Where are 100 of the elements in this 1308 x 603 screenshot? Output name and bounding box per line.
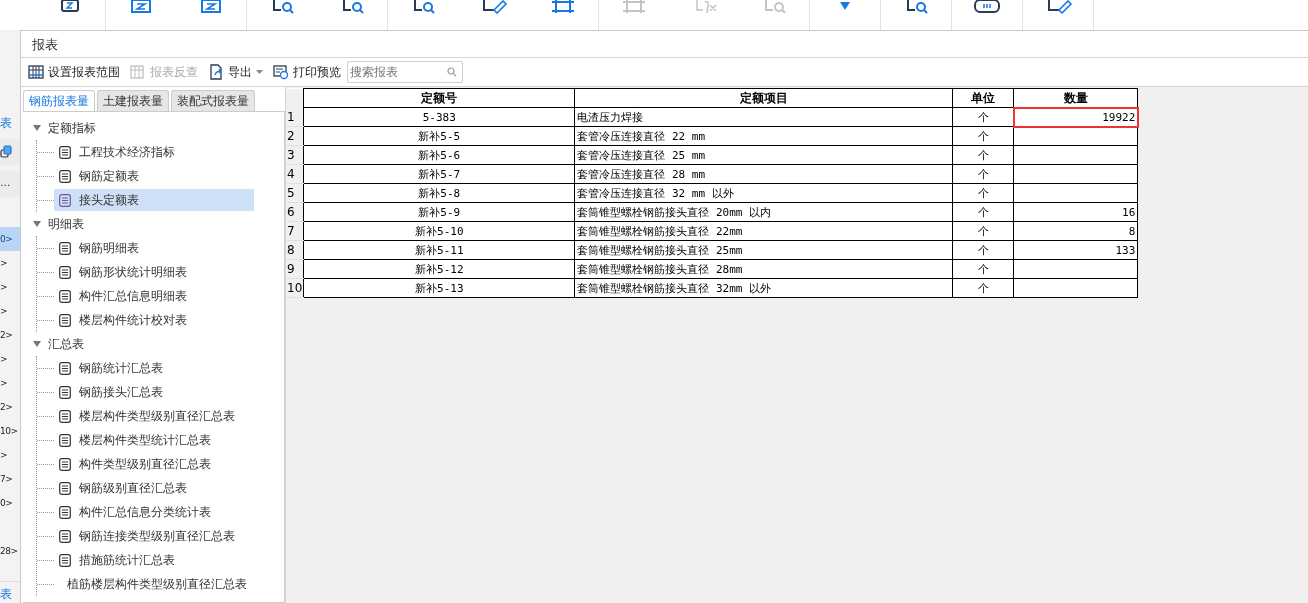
search-icon bbox=[447, 67, 457, 77]
tree-item[interactable]: 构件汇总信息明细表 bbox=[54, 285, 254, 307]
tree-item[interactable]: 工程技术经济指标 bbox=[54, 141, 254, 163]
tree-item[interactable]: 钢筋定额表 bbox=[54, 165, 254, 187]
collapse-caret-icon[interactable] bbox=[33, 125, 41, 131]
table-cell: 133 bbox=[1013, 240, 1138, 260]
tree-item[interactable]: 接头定额表 bbox=[54, 189, 254, 211]
document-icon bbox=[59, 553, 71, 567]
tree-item[interactable]: 钢筋连接类型级别直径汇总表 bbox=[54, 525, 254, 547]
table-cell: 个 bbox=[952, 126, 1014, 146]
table-cell: 新补5-6 bbox=[303, 145, 575, 165]
tree-item[interactable]: 构件汇总信息分类统计表 bbox=[54, 501, 254, 523]
table-cell: 电渣压力焊接 bbox=[574, 107, 953, 127]
table-cell: 个 bbox=[952, 145, 1014, 165]
side-item[interactable]: 7> bbox=[0, 467, 20, 491]
toolbar-button[interactable]: 设置报表范围 bbox=[28, 63, 120, 81]
table-cell: 个 bbox=[952, 183, 1014, 203]
side-item[interactable]: > bbox=[0, 299, 20, 323]
document-icon bbox=[59, 529, 71, 543]
side-item[interactable]: 28> bbox=[0, 539, 20, 563]
document-icon bbox=[59, 361, 71, 375]
table-cell: 个 bbox=[952, 240, 1014, 260]
table-cell: 16 bbox=[1013, 202, 1138, 222]
tree-item[interactable]: 钢筋统计汇总表 bbox=[54, 357, 254, 379]
document-icon bbox=[59, 265, 71, 279]
side-item[interactable]: 10> bbox=[0, 419, 20, 443]
side-item[interactable]: > bbox=[0, 251, 20, 275]
toolbar-icon-button[interactable] bbox=[972, 0, 1002, 14]
side-item[interactable]: 2> bbox=[0, 323, 20, 347]
tree-item[interactable]: 钢筋级别直径汇总表 bbox=[54, 477, 254, 499]
chart-icon bbox=[972, 0, 1002, 14]
table-cell: 套管冷压连接直径 25 mm bbox=[574, 145, 953, 165]
dialog-title: 报表 bbox=[21, 31, 1308, 58]
document-icon bbox=[59, 385, 71, 399]
tree-group-label[interactable]: 定额指标 bbox=[48, 119, 96, 137]
tree-item[interactable]: 楼层构件统计校对表 bbox=[54, 309, 254, 331]
table-cell: 套管冷压连接直径 22 mm bbox=[574, 126, 953, 146]
side-item[interactable]: 0> bbox=[0, 491, 20, 515]
table-cell: 套筒锥型螺栓钢筋接头直径 25mm bbox=[574, 240, 953, 260]
grid-icon bbox=[130, 64, 146, 80]
collapse-caret-icon[interactable] bbox=[33, 341, 41, 347]
side-item[interactable]: 2> bbox=[0, 395, 20, 419]
table-cell: 个 bbox=[952, 164, 1014, 184]
tree-item[interactable]: 植筋楼层构件类型级别直径汇总表 bbox=[54, 573, 254, 595]
column-header: 数量 bbox=[1013, 88, 1138, 108]
column-header: 单位 bbox=[952, 88, 1014, 108]
tree-group-label[interactable]: 汇总表 bbox=[48, 335, 84, 353]
more-button[interactable]: ... bbox=[0, 169, 20, 197]
table-cell: 套管冷压连接直径 32 mm 以外 bbox=[574, 183, 953, 203]
document-icon bbox=[59, 145, 71, 159]
search-field[interactable]: 搜索报表 bbox=[347, 61, 463, 83]
document-icon bbox=[59, 241, 71, 255]
toolbar-button[interactable]: 导出 bbox=[208, 63, 263, 81]
tree-item[interactable]: 楼层构件类型统计汇总表 bbox=[54, 429, 254, 451]
toolbar-button[interactable]: 打印预览 bbox=[273, 63, 341, 81]
document-icon bbox=[59, 457, 71, 471]
column-header: 定额号 bbox=[303, 88, 575, 108]
highlighted-cell: 19922 bbox=[1013, 107, 1138, 127]
tree-group-label[interactable]: 明细表 bbox=[48, 215, 84, 233]
tree-item[interactable]: 钢筋形状统计明细表 bbox=[54, 261, 254, 283]
side-link[interactable]: 表 bbox=[0, 108, 20, 138]
table-cell: 个 bbox=[952, 221, 1014, 241]
table-cell: 套管冷压连接直径 28 mm bbox=[574, 164, 953, 184]
tree-item[interactable]: 钢筋明细表 bbox=[54, 237, 254, 259]
table-cell: 套筒锥型螺栓钢筋接头直径 20mm 以内 bbox=[574, 202, 953, 222]
document-icon bbox=[59, 169, 71, 183]
side-item[interactable]: 0> bbox=[0, 227, 20, 251]
tree-item[interactable]: 措施筋统计汇总表 bbox=[54, 549, 254, 571]
table-cell: 个 bbox=[952, 202, 1014, 222]
table-cell: 新补5-13 bbox=[303, 278, 575, 298]
table-cell: 套筒锥型螺栓钢筋接头直径 28mm bbox=[574, 259, 953, 279]
report-tab[interactable]: 土建报表量 bbox=[97, 90, 169, 111]
table-cell: 新补5-12 bbox=[303, 259, 575, 279]
table-cell: 新补5-9 bbox=[303, 202, 575, 222]
tree-item[interactable]: 楼层构件类型级别直径汇总表 bbox=[54, 405, 254, 427]
tree-item[interactable]: 钢筋接头汇总表 bbox=[54, 381, 254, 403]
side-item[interactable]: > bbox=[0, 347, 20, 371]
document-icon bbox=[59, 481, 71, 495]
report-tab[interactable]: 装配式报表量 bbox=[171, 90, 255, 111]
document-icon bbox=[59, 433, 71, 447]
document-icon bbox=[59, 313, 71, 327]
side-item[interactable]: > bbox=[0, 371, 20, 395]
document-icon bbox=[59, 505, 71, 519]
table-cell: 套筒锥型螺栓钢筋接头直径 32mm 以外 bbox=[574, 278, 953, 298]
table-cell: 新补5-7 bbox=[303, 164, 575, 184]
print-preview-icon bbox=[273, 64, 289, 80]
report-tab[interactable]: 钢筋报表量 bbox=[23, 90, 95, 111]
side-item[interactable]: > bbox=[0, 443, 20, 467]
table-cell: 新补5-8 bbox=[303, 183, 575, 203]
table-cell: 新补5-10 bbox=[303, 221, 575, 241]
export-icon bbox=[208, 64, 224, 80]
side-item[interactable]: > bbox=[0, 275, 20, 299]
column-header: 定额项目 bbox=[574, 88, 953, 108]
table-cell: 个 bbox=[952, 278, 1014, 298]
tree-item[interactable]: 构件类型级别直径汇总表 bbox=[54, 453, 254, 475]
grid-icon bbox=[28, 64, 44, 80]
collapse-caret-icon[interactable] bbox=[33, 221, 41, 227]
table-cell: 新补5-11 bbox=[303, 240, 575, 260]
table-cell: 8 bbox=[1013, 221, 1138, 241]
copy-icon[interactable] bbox=[0, 144, 12, 159]
